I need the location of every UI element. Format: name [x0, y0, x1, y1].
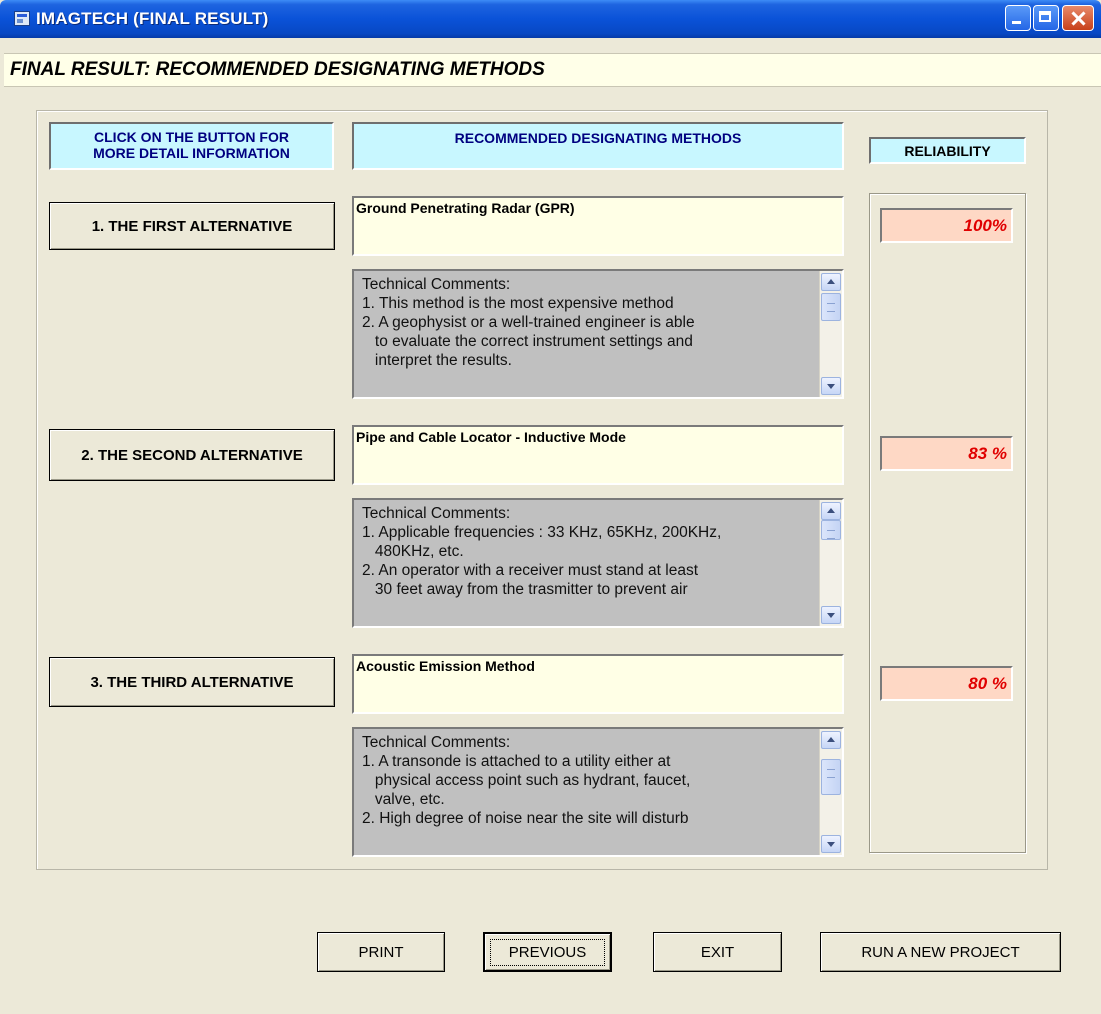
first-comments-text: Technical Comments: 1. This method is th…: [362, 276, 695, 369]
previous-button[interactable]: PREVIOUS: [483, 932, 612, 972]
third-comments-scrollbar[interactable]: [819, 729, 842, 855]
maximize-button[interactable]: [1033, 5, 1059, 31]
scroll-down-icon[interactable]: [821, 377, 841, 395]
minimize-button[interactable]: [1005, 5, 1031, 31]
third-alternative-button[interactable]: 3. THE THIRD ALTERNATIVE: [49, 657, 335, 707]
first-reliability-value: 100%: [880, 208, 1013, 243]
print-button[interactable]: PRINT: [317, 932, 445, 972]
scroll-up-icon[interactable]: [821, 731, 841, 749]
click-instruction-label: CLICK ON THE BUTTON FOR MORE DETAIL INFO…: [49, 122, 334, 170]
first-method-field[interactable]: Ground Penetrating Radar (GPR): [352, 196, 844, 256]
click-instruction-line2: MORE DETAIL INFORMATION: [93, 145, 290, 161]
reliability-panel: [869, 193, 1026, 853]
second-comments-box[interactable]: Technical Comments: 1. Applicable freque…: [352, 498, 844, 628]
page-header: FINAL RESULT: RECOMMENDED DESIGNATING ME…: [4, 53, 1101, 87]
previous-button-label: PREVIOUS: [489, 938, 606, 966]
first-comments-box[interactable]: Technical Comments: 1. This method is th…: [352, 269, 844, 399]
third-comments-box[interactable]: Technical Comments: 1. A transonde is at…: [352, 727, 844, 857]
scroll-thumb[interactable]: [821, 293, 841, 321]
second-comments-scrollbar[interactable]: [819, 500, 842, 626]
scroll-thumb[interactable]: [821, 759, 841, 795]
third-reliability-value: 80 %: [880, 666, 1013, 701]
second-method-field[interactable]: Pipe and Cable Locator - Inductive Mode: [352, 425, 844, 485]
app-icon: [14, 11, 30, 26]
second-alternative-button[interactable]: 2. THE SECOND ALTERNATIVE: [49, 429, 335, 481]
scroll-down-icon[interactable]: [821, 606, 841, 624]
exit-button[interactable]: EXIT: [653, 932, 782, 972]
run-new-project-button[interactable]: RUN A NEW PROJECT: [820, 932, 1061, 972]
third-method-field[interactable]: Acoustic Emission Method: [352, 654, 844, 714]
page-title: FINAL RESULT: RECOMMENDED DESIGNATING ME…: [10, 59, 545, 80]
third-comments-text: Technical Comments: 1. A transonde is at…: [362, 734, 691, 827]
scroll-thumb[interactable]: [821, 520, 841, 540]
first-comments-scrollbar[interactable]: [819, 271, 842, 397]
title-bar: IMAGTECH (FINAL RESULT): [0, 0, 1101, 38]
first-alternative-button[interactable]: 1. THE FIRST ALTERNATIVE: [49, 202, 335, 250]
click-instruction-line1: CLICK ON THE BUTTON FOR: [94, 129, 289, 145]
methods-header: RECOMMENDED DESIGNATING METHODS: [352, 122, 844, 170]
scroll-up-icon[interactable]: [821, 502, 841, 520]
scroll-up-icon[interactable]: [821, 273, 841, 291]
window-title: IMAGTECH (FINAL RESULT): [36, 9, 269, 28]
scroll-down-icon[interactable]: [821, 835, 841, 853]
close-button[interactable]: [1062, 5, 1094, 31]
second-comments-text: Technical Comments: 1. Applicable freque…: [362, 505, 722, 598]
reliability-header: RELIABILITY: [869, 137, 1026, 164]
second-reliability-value: 83 %: [880, 436, 1013, 471]
